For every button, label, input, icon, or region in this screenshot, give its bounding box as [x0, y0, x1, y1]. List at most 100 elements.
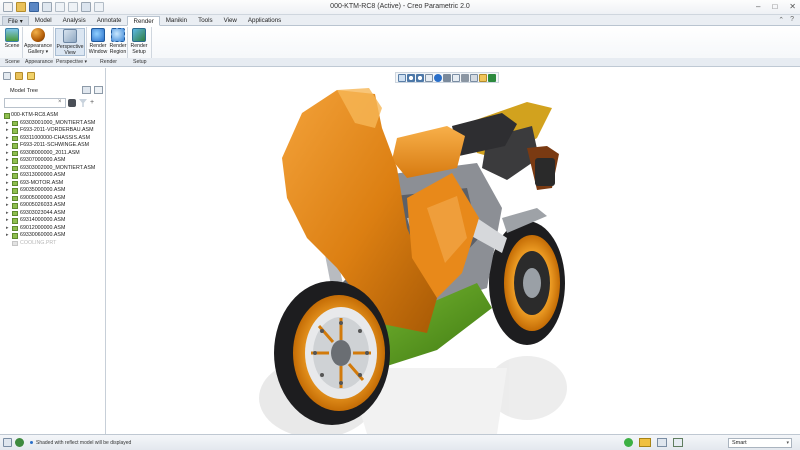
tree-item[interactable]: COOLING.PRT — [2, 240, 104, 248]
tab-file[interactable]: File ▾ — [2, 16, 29, 26]
find-tool-icon[interactable] — [657, 438, 667, 447]
tab-analysis[interactable]: Analysis — [58, 16, 91, 26]
expand-arrow-icon[interactable]: ▸ — [6, 210, 9, 218]
selection-tool-icon[interactable] — [639, 438, 651, 447]
tree-item-label: 69035000000.ASM — [20, 187, 66, 193]
graphics-window[interactable] — [107, 68, 800, 434]
show-menu-icon[interactable] — [94, 86, 103, 94]
window-controls: – □ ✕ — [756, 2, 796, 11]
expand-arrow-icon[interactable]: ▸ — [6, 187, 9, 195]
tree-item-label: COOLING.PRT — [20, 239, 57, 246]
expand-arrow-icon[interactable]: ▸ — [6, 225, 9, 233]
tree-item[interactable]: ▸ F693-2011-VORDERBAU.ASM — [2, 127, 104, 135]
assembly-icon — [12, 195, 18, 201]
tree-item[interactable]: ▸ 69303023044.ASM — [2, 210, 104, 218]
group-appearance-label: Appearance — [25, 59, 53, 65]
tree-item-label: 69313000000.ASM — [20, 172, 66, 178]
scene-button[interactable]: Scene — [3, 28, 21, 49]
window-title: 000-KTM-RC8 (Active) - Creo Parametric 2… — [330, 3, 470, 10]
expand-arrow-icon[interactable]: ▸ — [6, 142, 9, 150]
tree-item[interactable]: ▸ 69313000000.ASM — [2, 172, 104, 180]
assembly-icon — [12, 120, 18, 126]
assembly-icon — [12, 203, 18, 209]
model-tree-tab-icon[interactable] — [3, 72, 11, 80]
expand-arrow-icon[interactable]: ▸ — [6, 120, 9, 128]
tree-item[interactable]: ▸ 69005000000.ASM — [2, 195, 104, 203]
filter-icon[interactable] — [79, 99, 87, 107]
tree-item-label: 693-MOTOR.ASM — [20, 179, 64, 186]
minimize-icon[interactable]: – — [756, 2, 760, 11]
expand-arrow-icon[interactable]: ▸ — [6, 172, 9, 180]
group-scene-label: Scene — [5, 59, 20, 65]
tab-tools[interactable]: Tools — [193, 16, 217, 26]
expand-arrow-icon[interactable]: ▸ — [6, 202, 9, 210]
toggle-browser-icon[interactable] — [15, 438, 24, 447]
expand-arrow-icon[interactable]: ▸ — [6, 165, 9, 173]
expand-arrow-icon[interactable]: ▸ — [6, 195, 9, 203]
tree-item[interactable]: ▸ 69307000000.ASM — [2, 157, 104, 165]
expand-arrow-icon[interactable]: ▸ — [6, 217, 9, 225]
expand-arrow-icon[interactable]: ▸ — [6, 135, 9, 143]
tree-item-label: 69303023044.ASM — [20, 209, 66, 216]
expand-arrow-icon[interactable]: ▸ — [6, 150, 9, 158]
ribbon-tab-row: File ▾ Model Analysis Annotate Render Ma… — [0, 15, 800, 26]
tree-item[interactable]: ▸ 69035000000.ASM — [2, 187, 104, 195]
expand-arrow-icon[interactable]: ▸ — [6, 232, 9, 240]
expand-arrow-icon[interactable]: ▸ — [6, 180, 9, 188]
perspective-view-button[interactable]: Perspective View — [55, 28, 85, 56]
group-setup-label: Setup — [133, 59, 147, 65]
tree-item[interactable]: ▸ 693-MOTOR.ASM — [2, 180, 104, 188]
render-setup-button[interactable]: Render Setup — [129, 28, 149, 55]
favorites-tab-icon[interactable] — [27, 72, 35, 80]
part-icon — [12, 240, 18, 246]
appearance-gallery-button[interactable]: Appearance Gallery ▾ — [24, 28, 52, 55]
close-icon[interactable]: ✕ — [789, 2, 796, 11]
tree-item[interactable]: ▸ 69314000000.ASM — [2, 217, 104, 225]
motorcycle-model-render — [259, 88, 567, 434]
tree-item[interactable]: ▸ 69311000000-CHASSIS.ASM — [2, 135, 104, 143]
tab-render[interactable]: Render — [127, 16, 160, 26]
expand-all-icon[interactable]: + — [90, 99, 98, 107]
minimize-ribbon-icon[interactable]: ⌃ — [778, 16, 784, 24]
toggle-navigator-icon[interactable] — [3, 438, 12, 447]
maximize-icon[interactable]: □ — [772, 2, 777, 11]
expand-arrow-icon[interactable]: ▸ — [6, 127, 9, 135]
selection-filter-dropdown[interactable]: Smart ▾ — [728, 438, 792, 448]
tab-model[interactable]: Model — [30, 16, 57, 26]
scene-icon — [5, 28, 19, 42]
tree-item[interactable]: ▸ 69005026033.ASM — [2, 202, 104, 210]
model-tree-header: Model Tree — [0, 85, 106, 95]
graphics-window-icon[interactable] — [673, 438, 683, 447]
title-bar: 000-KTM-RC8 (Active) - Creo Parametric 2… — [0, 0, 800, 15]
tree-item[interactable]: ▸ 69303002000_MONTIERT.ASM — [2, 165, 104, 173]
clear-search-icon[interactable]: × — [58, 99, 62, 105]
tree-item-label: 69005000000.ASM — [20, 194, 66, 201]
group-perspective-label[interactable]: Perspective ▾ — [56, 59, 87, 65]
tree-settings-icon[interactable] — [82, 86, 91, 94]
assembly-icon — [12, 225, 18, 231]
tree-item[interactable]: ▸ 69330060000.ASM — [2, 232, 104, 240]
model-tree-title: Model Tree — [10, 88, 38, 94]
tab-annotate[interactable]: Annotate — [92, 16, 127, 26]
tree-search-input[interactable] — [4, 98, 66, 108]
selection-filter-value: Smart — [732, 440, 747, 446]
navigator-panel: Model Tree × + 000-KTM-RC8.ASM ▸ 69303001… — [0, 68, 106, 434]
tab-applications[interactable]: Applications — [243, 16, 286, 26]
tab-view[interactable]: View — [219, 16, 242, 26]
tree-root-node[interactable]: 000-KTM-RC8.ASM — [2, 112, 104, 120]
help-icon[interactable]: ? — [790, 16, 794, 24]
assembly-icon — [12, 158, 18, 164]
assembly-icon — [12, 218, 18, 224]
render-setup-label-line2: Setup — [132, 49, 146, 55]
tree-item[interactable]: ▸ 69303001000_MONTIERT.ASM — [2, 120, 104, 128]
folder-browser-tab-icon[interactable] — [15, 72, 23, 80]
tree-item[interactable]: ▸ F693-2011-SCHWINGE.ASM — [2, 142, 104, 150]
tree-item[interactable]: ▸ 69308000000_2011.ASM — [2, 150, 104, 158]
render-window-button[interactable]: Render Window — [88, 28, 108, 55]
expand-arrow-icon[interactable]: ▸ — [6, 157, 9, 165]
tree-item[interactable]: ▸ 69012000000.ASM — [2, 225, 104, 233]
find-binoculars-icon[interactable] — [68, 99, 76, 107]
tree-item-label: 69307000000.ASM — [20, 157, 66, 163]
render-region-button[interactable]: Render Region — [108, 28, 128, 55]
tab-manikin[interactable]: Manikin — [161, 16, 192, 26]
